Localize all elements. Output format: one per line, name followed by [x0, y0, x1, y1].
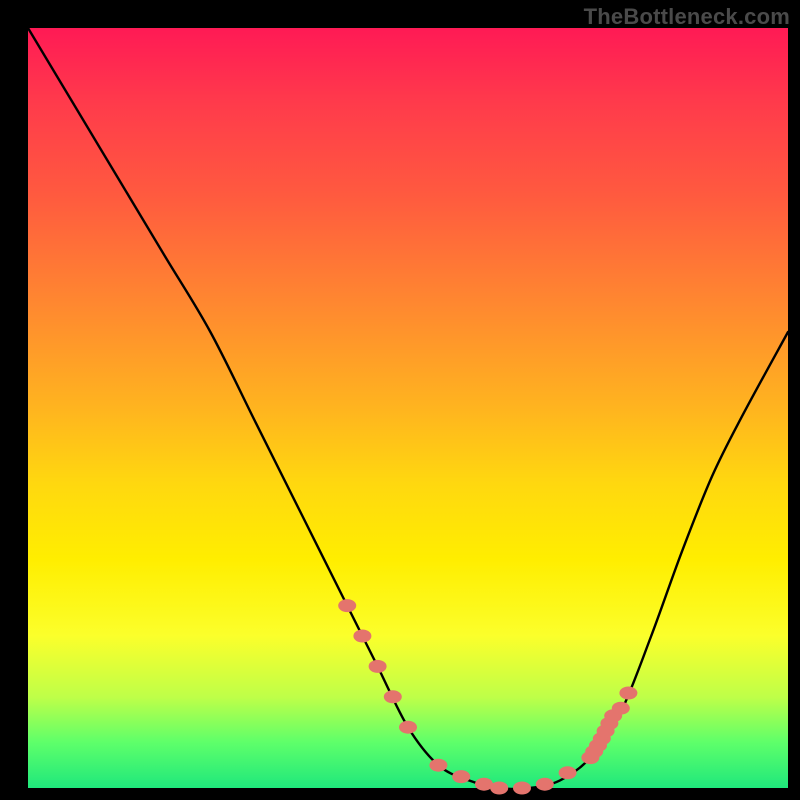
- highlight-marker: [384, 690, 402, 703]
- highlight-marker: [429, 759, 447, 772]
- highlight-marker: [536, 778, 554, 791]
- highlight-marker: [452, 770, 470, 783]
- bottleneck-curve: [28, 28, 788, 789]
- watermark-text: TheBottleneck.com: [584, 4, 790, 30]
- highlighted-points-group: [338, 599, 637, 794]
- highlight-marker: [369, 660, 387, 673]
- highlight-marker: [559, 766, 577, 779]
- highlight-marker: [399, 721, 417, 734]
- highlight-marker: [353, 630, 371, 643]
- highlight-marker: [490, 782, 508, 795]
- highlight-marker: [513, 782, 531, 795]
- highlight-marker: [612, 702, 630, 715]
- chart-frame: TheBottleneck.com: [0, 0, 800, 800]
- chart-overlay: [28, 28, 788, 788]
- highlight-marker: [338, 599, 356, 612]
- highlight-marker: [619, 687, 637, 700]
